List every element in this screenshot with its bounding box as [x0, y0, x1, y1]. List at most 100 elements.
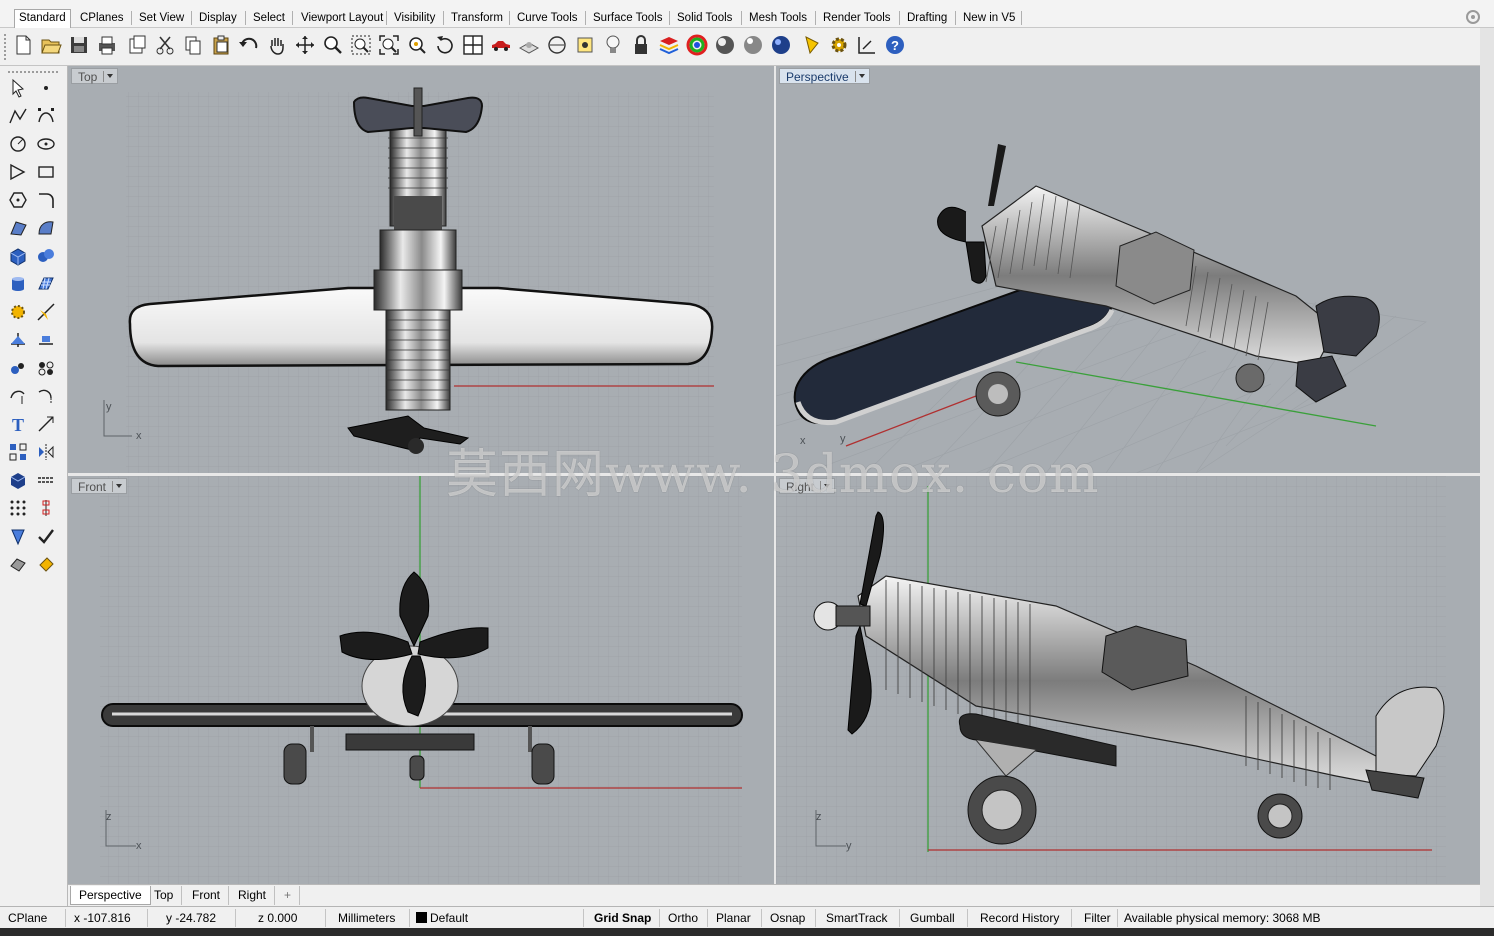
settings-gear-icon[interactable] — [1466, 10, 1480, 24]
help-icon[interactable]: ? — [882, 32, 908, 58]
rotate-view-icon[interactable] — [432, 32, 458, 58]
tab-transform[interactable]: Transform — [447, 10, 507, 27]
named-cplane-icon[interactable] — [572, 32, 598, 58]
options-gear-icon[interactable] — [826, 32, 852, 58]
status-layer[interactable]: Default — [412, 909, 584, 927]
shaded-sphere-icon[interactable] — [740, 32, 766, 58]
tab-drafting[interactable]: Drafting — [903, 10, 951, 27]
grid-snap-icon[interactable] — [854, 32, 880, 58]
rebuild-icon[interactable] — [34, 468, 58, 492]
viewport-front[interactable]: z x Front — [68, 476, 774, 884]
viewport-right[interactable]: z y Right — [776, 476, 1480, 884]
status-planar[interactable]: Planar — [712, 909, 762, 927]
left-toolbar-grip[interactable] — [8, 71, 58, 75]
new-file-icon[interactable] — [10, 32, 36, 58]
status-smarttrack[interactable]: SmartTrack — [822, 909, 900, 927]
status-units[interactable]: Millimeters — [334, 909, 410, 927]
color-wheel-icon[interactable] — [684, 32, 710, 58]
cylinder-icon[interactable] — [6, 272, 30, 296]
viewport-perspective[interactable]: x y Perspective — [776, 66, 1480, 473]
render-sphere-icon[interactable] — [712, 32, 738, 58]
ellipse-icon[interactable] — [34, 132, 58, 156]
status-osnap[interactable]: Osnap — [766, 909, 816, 927]
lock-icon[interactable] — [628, 32, 654, 58]
zoom-selected-icon[interactable] — [404, 32, 430, 58]
chevron-down-icon[interactable] — [854, 71, 867, 82]
arc-icon[interactable] — [6, 160, 30, 184]
point-grid-icon[interactable] — [6, 496, 30, 520]
surface-corner-icon[interactable] — [6, 216, 30, 240]
text-icon[interactable]: T — [6, 412, 30, 436]
viewport-title-front[interactable]: Front — [71, 478, 128, 494]
viewport-title-top[interactable]: Top — [71, 68, 119, 84]
check-icon[interactable] — [34, 524, 58, 548]
tab-display[interactable]: Display — [195, 10, 241, 27]
polyline-icon[interactable] — [6, 104, 30, 128]
analyze-icon[interactable] — [6, 524, 30, 548]
status-record-history[interactable]: Record History — [976, 909, 1072, 927]
join-icon[interactable] — [34, 328, 58, 352]
zoom-extents-icon[interactable] — [376, 32, 402, 58]
tab-render-tools[interactable]: Render Tools — [819, 10, 895, 27]
tab-visibility[interactable]: Visibility — [390, 10, 439, 27]
render-object-icon[interactable] — [6, 552, 30, 576]
status-gumball[interactable]: Gumball — [906, 909, 968, 927]
polygon-icon[interactable] — [6, 188, 30, 212]
import-icon[interactable] — [124, 32, 150, 58]
viewport-tab-top[interactable]: Top — [146, 886, 183, 905]
viewport-top[interactable]: y x Top — [68, 66, 774, 473]
extend-icon[interactable] — [34, 384, 58, 408]
light-cone-icon[interactable] — [798, 32, 824, 58]
viewport-tab-front[interactable]: Front — [184, 886, 230, 905]
tab-surface-tools[interactable]: Surface Tools — [589, 10, 666, 27]
save-icon[interactable] — [66, 32, 92, 58]
tab-curve-tools[interactable]: Curve Tools — [513, 10, 582, 27]
circle-view-icon[interactable] — [544, 32, 570, 58]
copy-icon[interactable] — [180, 32, 206, 58]
viewport-tab-right[interactable]: Right — [230, 886, 276, 905]
tab-mesh-tools[interactable]: Mesh Tools — [745, 10, 811, 27]
mesh-icon[interactable] — [34, 272, 58, 296]
status-grid-snap[interactable]: Grid Snap — [590, 909, 660, 927]
car-icon[interactable] — [488, 32, 514, 58]
chevron-down-icon[interactable] — [103, 71, 115, 82]
layer-icon[interactable] — [656, 32, 682, 58]
tab-standard[interactable]: Standard — [14, 9, 71, 28]
zoom-window-icon[interactable] — [348, 32, 374, 58]
move-view-icon[interactable] — [292, 32, 318, 58]
explode-icon[interactable] — [6, 300, 30, 324]
select-arrow-icon[interactable] — [6, 76, 30, 100]
mirror-icon[interactable] — [34, 440, 58, 464]
group-icon[interactable] — [6, 356, 30, 380]
cplane-icon[interactable] — [516, 32, 542, 58]
curve-points-icon[interactable] — [34, 104, 58, 128]
undo-icon[interactable] — [236, 32, 262, 58]
pan-hand-icon[interactable] — [264, 32, 290, 58]
tab-set-view[interactable]: Set View — [135, 10, 188, 27]
array-icon[interactable] — [6, 440, 30, 464]
edit-points-icon[interactable] — [34, 496, 58, 520]
chevron-down-icon[interactable] — [112, 481, 124, 492]
solid-box-icon[interactable] — [6, 468, 30, 492]
add-viewport-tab-button[interactable]: + — [276, 886, 301, 905]
paint-bucket-icon[interactable] — [34, 552, 58, 576]
status-cplane[interactable]: CPlane — [4, 909, 66, 927]
rectangle-icon[interactable] — [34, 160, 58, 184]
tab-new-in-v5[interactable]: New in V5 — [959, 10, 1019, 27]
split-icon[interactable] — [6, 328, 30, 352]
status-ortho[interactable]: Ortho — [664, 909, 708, 927]
point-icon[interactable] — [34, 76, 58, 100]
viewport-tab-perspective[interactable]: Perspective — [70, 886, 151, 905]
viewport-title-perspective[interactable]: Perspective — [779, 68, 870, 84]
open-file-icon[interactable] — [38, 32, 64, 58]
print-icon[interactable] — [94, 32, 120, 58]
tab-solid-tools[interactable]: Solid Tools — [673, 10, 736, 27]
toolbar-grip[interactable] — [4, 34, 8, 60]
tab-select[interactable]: Select — [249, 10, 289, 27]
block-icon[interactable] — [34, 356, 58, 380]
lightbulb-icon[interactable] — [600, 32, 626, 58]
rendered-sphere-icon[interactable] — [768, 32, 794, 58]
tab-viewport-layout[interactable]: Viewport Layout — [297, 10, 387, 27]
boolean-union-icon[interactable] — [34, 244, 58, 268]
cut-icon[interactable] — [152, 32, 178, 58]
